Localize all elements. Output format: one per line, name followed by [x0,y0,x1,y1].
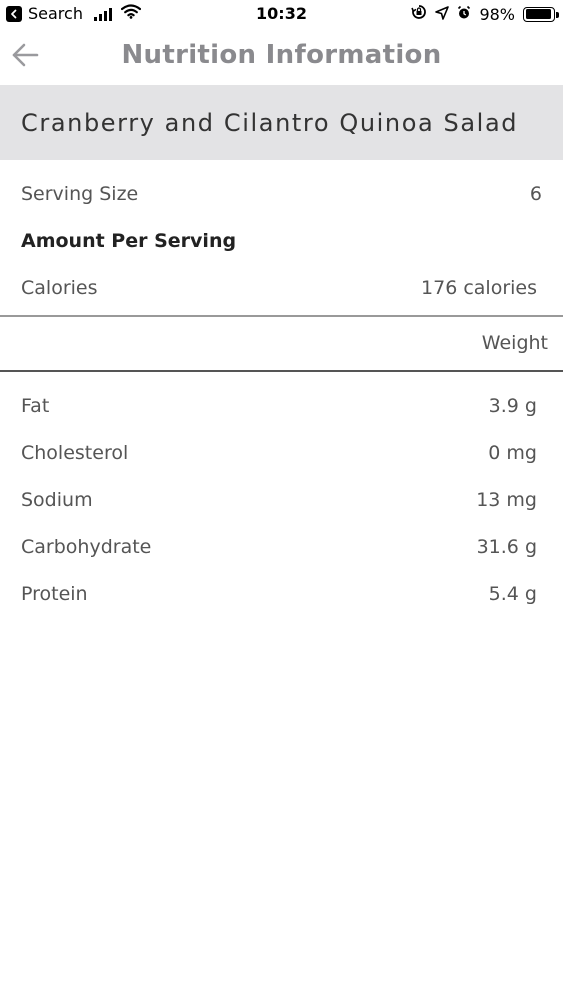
battery-icon [523,6,559,22]
nutrient-value: 3.9 g [488,395,537,417]
location-arrow-icon [435,5,450,24]
serving-size-row: Serving Size 6 [0,180,563,210]
divider [0,315,563,317]
amount-per-serving-heading: Amount Per Serving [21,230,237,252]
nutrient-label: Fat [21,395,50,417]
calories-row: Calories 176 calories [0,274,563,304]
nutrient-label: Cholesterol [21,442,129,464]
nutrient-value: 13 mg [476,489,537,511]
page-title: Nutrition Information [121,40,442,70]
nutrition-screen: Search 10:32 98% Nutrition Information C… [0,0,563,1000]
nutrient-row-protein: Protein 5.4 g [0,580,563,610]
battery-level-fill [525,9,552,19]
recipe-title: Cranberry and Cilantro Quinoa Salad [21,109,519,137]
nutrient-row-cholesterol: Cholesterol 0 mg [0,439,563,469]
navigation-bar: Nutrition Information [0,30,563,84]
nutrient-value: 0 mg [488,442,537,464]
nutrient-label: Protein [21,583,88,605]
nutrient-label: Carbohydrate [21,536,152,558]
calories-label: Calories [21,277,98,299]
battery-nub [556,11,559,18]
battery-percent: 98% [479,4,515,24]
amount-per-serving-row: Amount Per Serving [0,227,563,257]
nutrient-value: 5.4 g [488,583,537,605]
calories-value: 176 calories [421,277,537,299]
status-bar: Search 10:32 98% [0,0,563,30]
screen-rotation-lock-icon [411,4,427,24]
nutrient-row-sodium: Sodium 13 mg [0,486,563,516]
recipe-title-band: Cranberry and Cilantro Quinoa Salad [0,85,563,160]
weight-column-header: Weight [481,332,548,354]
serving-size-value: 6 [529,183,542,205]
nutrient-row-carbohydrate: Carbohydrate 31.6 g [0,533,563,563]
divider [0,370,563,372]
nutrient-row-fat: Fat 3.9 g [0,392,563,422]
alarm-clock-icon [457,5,471,24]
nutrient-value: 31.6 g [476,536,537,558]
serving-size-label: Serving Size [21,183,139,205]
status-right: 98% [411,4,559,24]
nutrient-label: Sodium [21,489,93,511]
